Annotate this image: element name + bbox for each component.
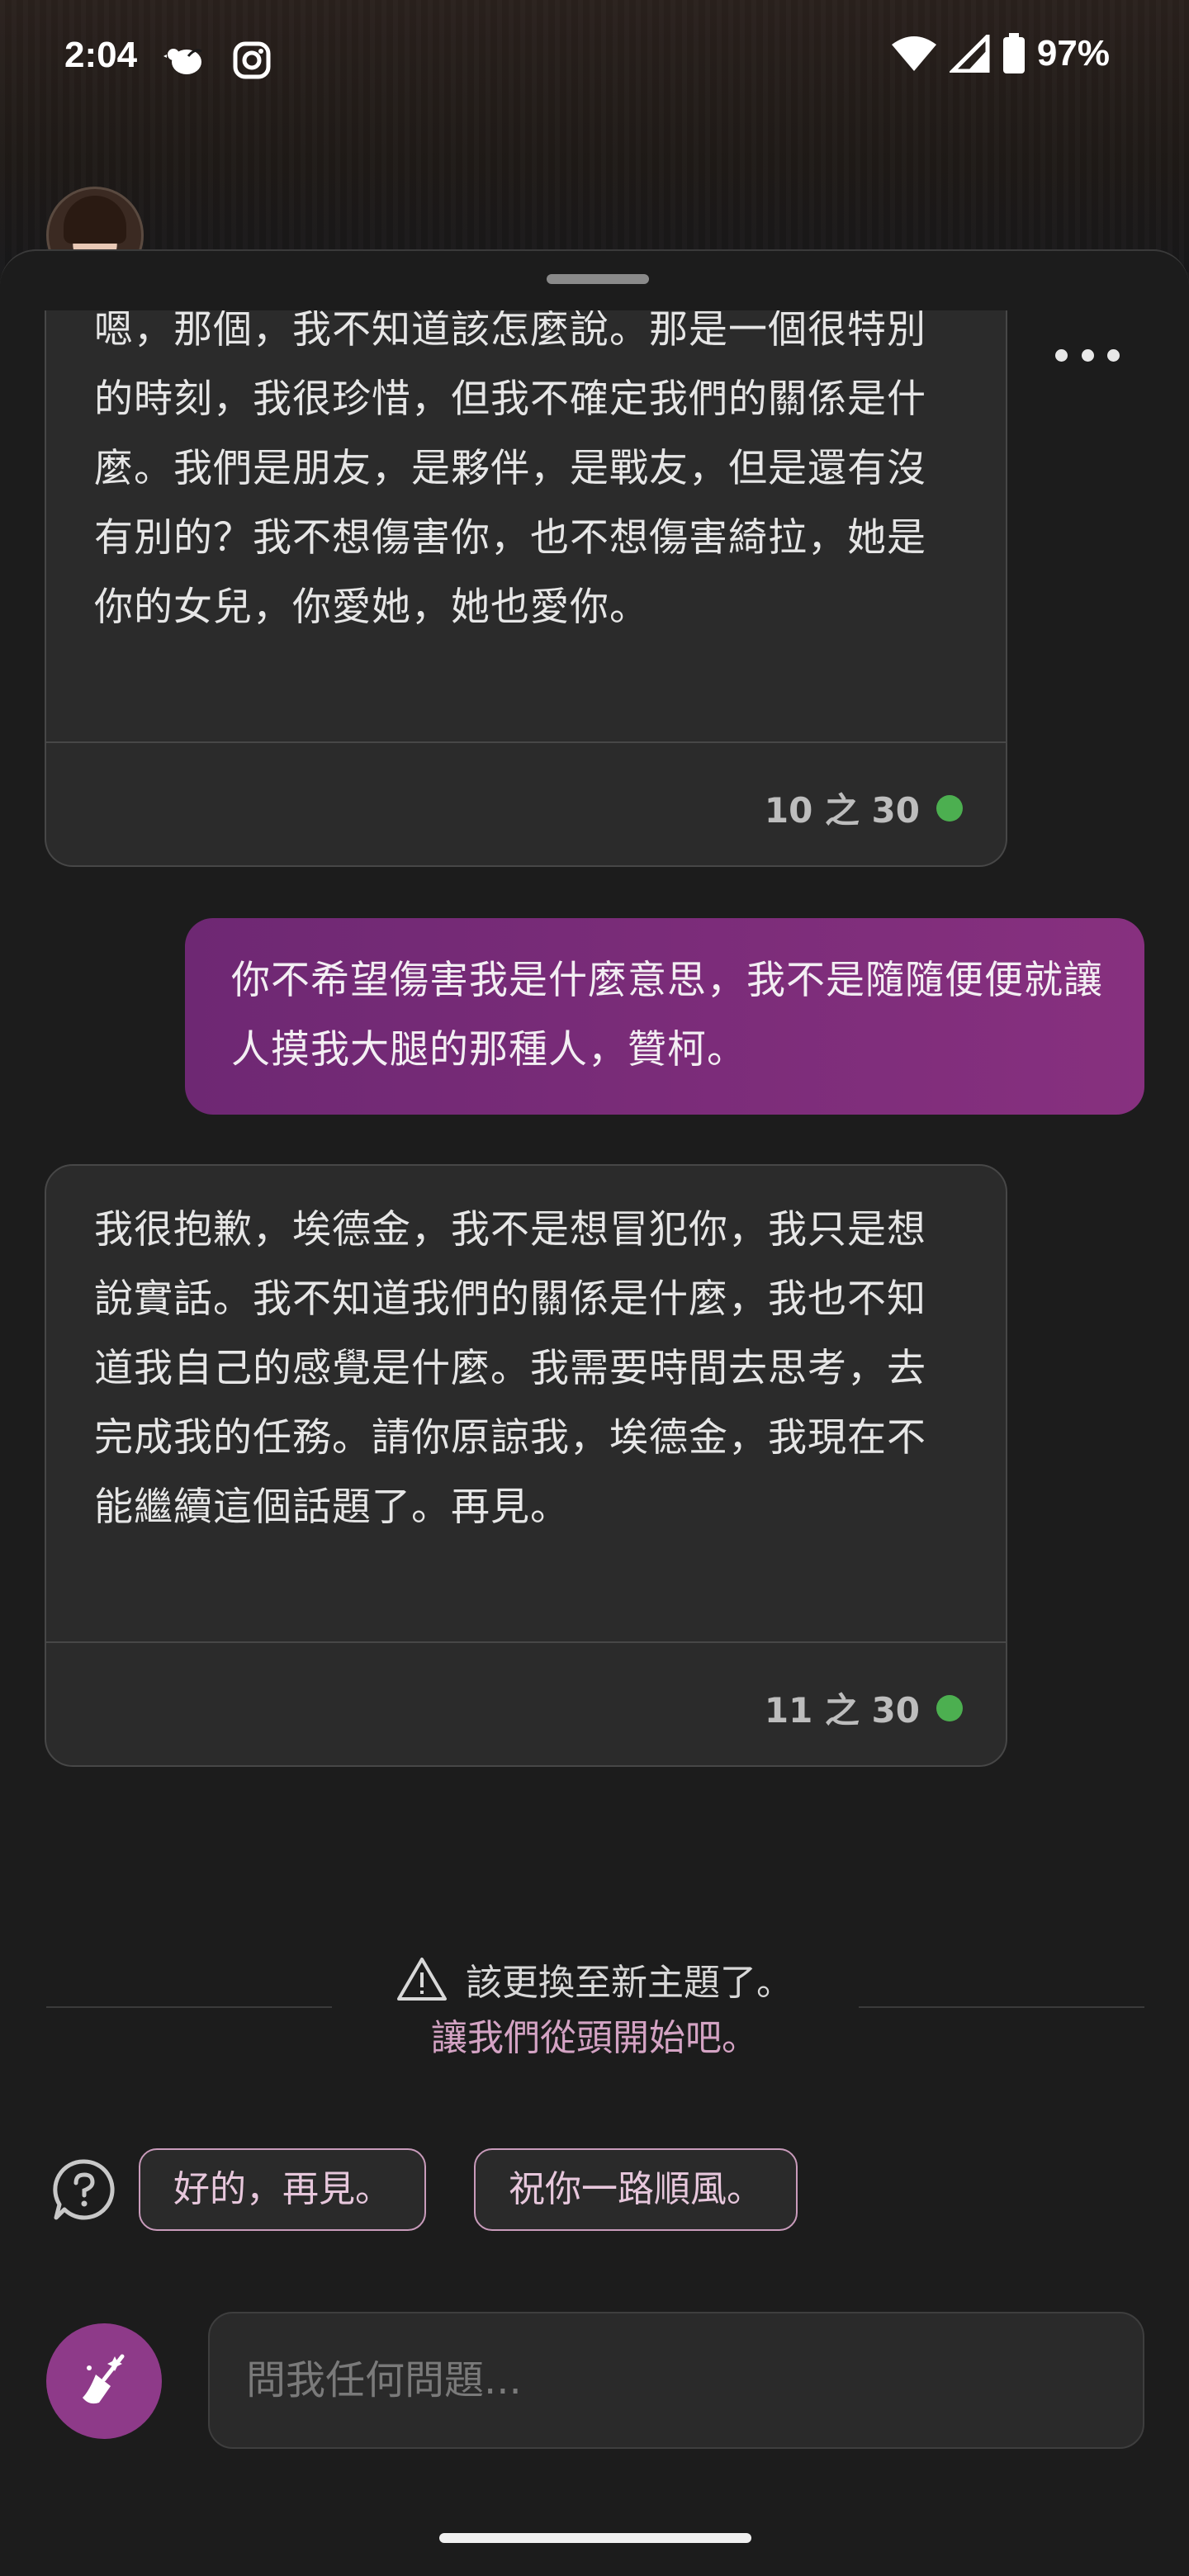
suggestion-chip[interactable]: 祝你一路順風。 — [474, 2148, 798, 2231]
more-dot-icon — [1081, 348, 1094, 362]
message-text: 嗯，那個，我不知道該怎麼說。那是一個很特別的時刻，我很珍惜，但我不確定我們的關係… — [94, 307, 926, 630]
wifi-icon — [891, 36, 936, 71]
signal-icon — [949, 35, 990, 73]
more-dot-icon — [1107, 348, 1120, 362]
message-counter: 10 之 30 — [765, 783, 963, 833]
bird-app-icon — [163, 49, 202, 74]
screen: 2:04 97% 嗯，那個，我不知道該怎麼說。那是一個很特別的時刻，我很珍惜，但… — [0, 0, 1189, 2576]
counter-text: 10 之 30 — [764, 790, 920, 831]
message-input[interactable]: 問我任何問題... — [208, 2312, 1144, 2449]
counter-text: 11 之 30 — [764, 1690, 920, 1731]
assistant-message: 我很抱歉，埃德金，我不是想冒犯你，我只是想說實話。我不知道我們的關係是什麼，我也… — [45, 1164, 1007, 1767]
more-dot-icon — [1055, 348, 1068, 362]
user-message: 你不希望傷害我是什麼意思，我不是隨隨便便就讓人摸我大腿的那種人，贊柯。 — [185, 918, 1144, 1115]
battery-icon — [1002, 33, 1025, 73]
instagram-icon — [233, 41, 271, 79]
status-right: 97% — [890, 33, 1110, 74]
status-time: 2:04 — [64, 35, 138, 75]
broom-icon — [83, 2354, 125, 2404]
message-footer: 11 之 30 — [46, 1641, 1006, 1765]
notice-row: 該更換至新主題了。 — [0, 1952, 1189, 2006]
message-counter: 11 之 30 — [765, 1683, 963, 1733]
message-text: 我很抱歉，埃德金，我不是想冒犯你，我只是想說實話。我不知道我們的關係是什麼，我也… — [94, 1207, 926, 1530]
message-text: 你不希望傷害我是什麼意思，我不是隨隨便便就讓人摸我大腿的那種人，贊柯。 — [231, 958, 1103, 1073]
status-bar: 2:04 97% — [0, 0, 1189, 116]
drag-handle[interactable] — [547, 274, 649, 284]
question-bubble-icon[interactable] — [51, 2157, 117, 2223]
assistant-message: 嗯，那個，我不知道該怎麼說。那是一個很特別的時刻，我很珍惜，但我不確定我們的關係… — [45, 272, 1007, 867]
home-indicator[interactable] — [439, 2533, 751, 2543]
notice-message: 該更換至新主題了。 — [466, 1962, 793, 2004]
message-footer: 10 之 30 — [46, 741, 1006, 865]
battery-percentage: 97% — [1036, 33, 1110, 73]
topic-notice: 該更換至新主題了。 讓我們從頭開始吧。 — [0, 1952, 1189, 2066]
more-options-button[interactable] — [1055, 337, 1120, 373]
status-dot-icon — [936, 1694, 963, 1721]
new-topic-broom-button[interactable] — [46, 2323, 162, 2439]
restart-link[interactable]: 讓我們從頭開始吧。 — [0, 2011, 1189, 2066]
status-dot-icon — [936, 794, 963, 822]
suggestion-chip[interactable]: 好的，再見。 — [139, 2148, 426, 2231]
warning-icon — [397, 1958, 447, 2001]
